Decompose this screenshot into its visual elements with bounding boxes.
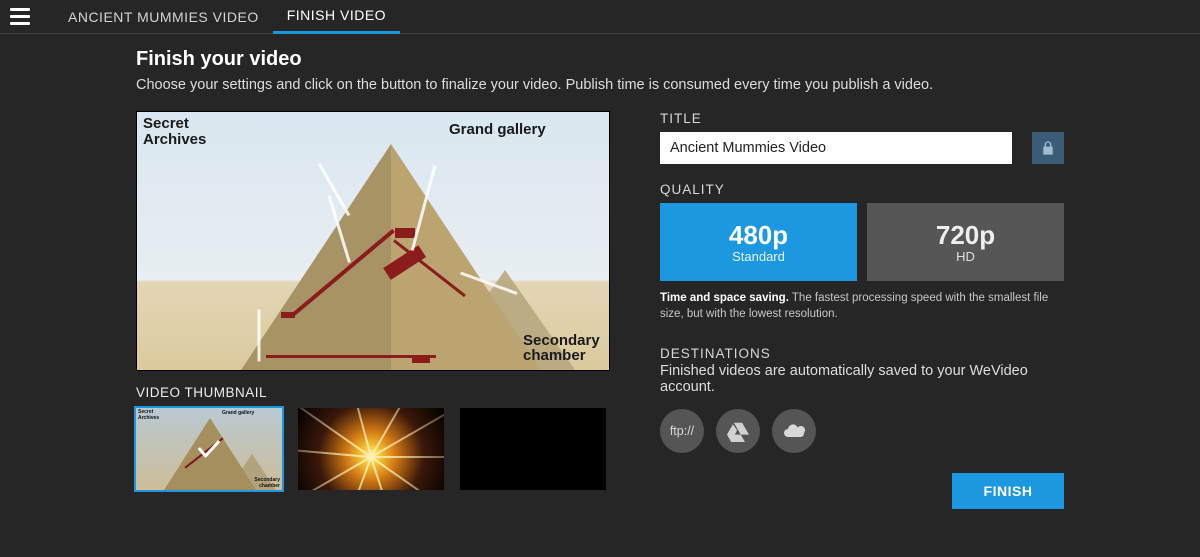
google-drive-icon bbox=[727, 420, 749, 442]
quality-label: QUALITY bbox=[660, 182, 1064, 197]
preview-label-grand-gallery: Grand gallery bbox=[449, 122, 546, 138]
cloud-icon bbox=[782, 419, 806, 443]
menu-icon[interactable] bbox=[10, 4, 36, 30]
quality-sub-1: HD bbox=[956, 249, 975, 264]
thumbnail-1[interactable]: Secret Archives Grand gallery Secondary … bbox=[136, 408, 282, 490]
quality-option-480p[interactable]: 480p Standard bbox=[660, 203, 857, 281]
quality-res-1: 720p bbox=[936, 220, 995, 251]
destination-google-drive[interactable] bbox=[716, 409, 760, 453]
video-thumbnail-label: VIDEO THUMBNAIL bbox=[136, 385, 610, 400]
destination-ftp[interactable]: ftp:// bbox=[660, 409, 704, 453]
thumbnail-row: Secret Archives Grand gallery Secondary … bbox=[136, 408, 610, 490]
lock-button[interactable] bbox=[1032, 132, 1064, 164]
destination-onedrive[interactable] bbox=[772, 409, 816, 453]
tab-project[interactable]: ANCIENT MUMMIES VIDEO bbox=[54, 0, 273, 34]
tab-finish-video[interactable]: FINISH VIDEO bbox=[273, 0, 400, 34]
title-label: TITLE bbox=[660, 111, 1064, 126]
preview-label-secondary-chamber: Secondary chamber bbox=[523, 333, 600, 365]
quality-res-0: 480p bbox=[729, 220, 788, 251]
finish-button[interactable]: FINISH bbox=[952, 473, 1064, 509]
preview-label-secret-archives: Secret Archives bbox=[143, 116, 206, 148]
quality-option-720p[interactable]: 720p HD bbox=[867, 203, 1064, 281]
lock-icon bbox=[1040, 140, 1056, 156]
quality-sub-0: Standard bbox=[732, 249, 785, 264]
destinations-description: Finished videos are automatically saved … bbox=[660, 363, 1064, 395]
main-content: Finish your video Choose your settings a… bbox=[0, 34, 1200, 509]
thumbnail-2[interactable] bbox=[298, 408, 444, 490]
video-preview: Secret Archives Grand gallery Secondary … bbox=[136, 111, 610, 371]
page-subtitle: Choose your settings and click on the bu… bbox=[136, 77, 1064, 93]
top-bar: ANCIENT MUMMIES VIDEO FINISH VIDEO bbox=[0, 0, 1200, 34]
checkmark-icon bbox=[136, 408, 282, 490]
page-title: Finish your video bbox=[136, 48, 1064, 71]
thumbnail-3[interactable] bbox=[460, 408, 606, 490]
destinations-label: DESTINATIONS bbox=[660, 346, 1064, 361]
title-input[interactable] bbox=[660, 132, 1012, 164]
quality-description: Time and space saving. The fastest proce… bbox=[660, 291, 1064, 322]
